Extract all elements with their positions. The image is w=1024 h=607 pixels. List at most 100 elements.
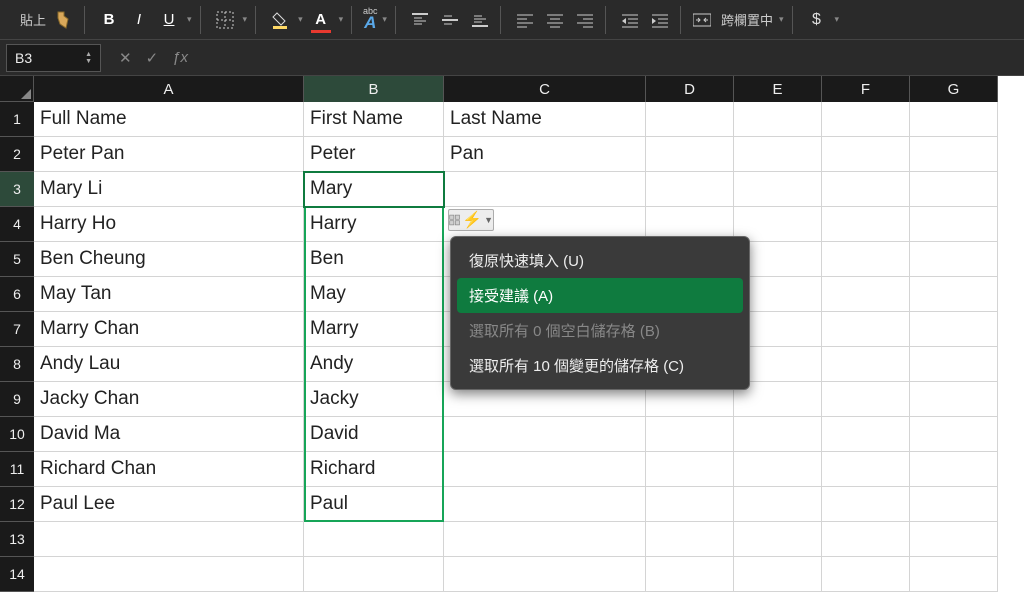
cell-A2[interactable]: Peter Pan <box>34 137 304 172</box>
row-header-5[interactable]: 5 <box>0 242 34 277</box>
column-header-C[interactable]: C <box>444 76 646 102</box>
cell-F6[interactable] <box>822 277 910 312</box>
merge-center-button[interactable]: 跨欄置中 <box>693 8 773 32</box>
fill-color-button[interactable] <box>268 8 292 32</box>
border-button[interactable] <box>213 8 237 32</box>
cell-G13[interactable] <box>910 522 998 557</box>
formula-input[interactable] <box>188 44 1024 72</box>
cancel-icon[interactable]: ✕ <box>119 49 132 67</box>
confirm-icon[interactable]: ✓ <box>146 49 159 67</box>
phonetic-button[interactable]: abc A <box>364 8 376 32</box>
cell-B10[interactable]: David <box>304 417 444 452</box>
cell-C13[interactable] <box>444 522 646 557</box>
menu-select-changed-cells[interactable]: 選取所有 10 個變更的儲存格 (C) <box>457 348 743 383</box>
cell-C1[interactable]: Last Name <box>444 102 646 137</box>
row-header-13[interactable]: 13 <box>0 522 34 557</box>
cell-D11[interactable] <box>646 452 734 487</box>
cell-E3[interactable] <box>734 172 822 207</box>
fx-icon[interactable]: ƒx <box>172 49 188 66</box>
cell-C11[interactable] <box>444 452 646 487</box>
column-header-E[interactable]: E <box>734 76 822 102</box>
cell-E11[interactable] <box>734 452 822 487</box>
cell-G9[interactable] <box>910 382 998 417</box>
cell-A4[interactable]: Harry Ho <box>34 207 304 242</box>
cell-A1[interactable]: Full Name <box>34 102 304 137</box>
decrease-indent-button[interactable] <box>618 8 642 32</box>
cell-G3[interactable] <box>910 172 998 207</box>
cell-B2[interactable]: Peter <box>304 137 444 172</box>
column-header-G[interactable]: G <box>910 76 998 102</box>
row-header-2[interactable]: 2 <box>0 137 34 172</box>
row-header-7[interactable]: 7 <box>0 312 34 347</box>
cell-F4[interactable] <box>822 207 910 242</box>
cell-F10[interactable] <box>822 417 910 452</box>
row-header-12[interactable]: 12 <box>0 487 34 522</box>
cell-B12[interactable]: Paul <box>304 487 444 522</box>
cell-A6[interactable]: May Tan <box>34 277 304 312</box>
underline-button[interactable]: U <box>157 8 181 32</box>
row-header-11[interactable]: 11 <box>0 452 34 487</box>
cell-D3[interactable] <box>646 172 734 207</box>
cell-E1[interactable] <box>734 102 822 137</box>
column-header-A[interactable]: A <box>34 76 304 102</box>
cell-F11[interactable] <box>822 452 910 487</box>
cell-G6[interactable] <box>910 277 998 312</box>
align-middle-button[interactable] <box>438 8 462 32</box>
cell-D14[interactable] <box>646 557 734 592</box>
menu-undo-flash-fill[interactable]: 復原快速填入 (U) <box>457 243 743 278</box>
column-header-B[interactable]: B <box>304 76 444 102</box>
cell-G4[interactable] <box>910 207 998 242</box>
cell-F2[interactable] <box>822 137 910 172</box>
cell-E12[interactable] <box>734 487 822 522</box>
cell-B6[interactable]: May <box>304 277 444 312</box>
row-header-10[interactable]: 10 <box>0 417 34 452</box>
cell-G7[interactable] <box>910 312 998 347</box>
name-box[interactable]: B3 ▲▼ <box>6 44 101 72</box>
cell-F1[interactable] <box>822 102 910 137</box>
cell-D13[interactable] <box>646 522 734 557</box>
cell-C14[interactable] <box>444 557 646 592</box>
cell-A13[interactable] <box>34 522 304 557</box>
column-header-D[interactable]: D <box>646 76 734 102</box>
cell-G1[interactable] <box>910 102 998 137</box>
cell-G12[interactable] <box>910 487 998 522</box>
cell-A8[interactable]: Andy Lau <box>34 347 304 382</box>
format-painter-button[interactable] <box>52 8 76 32</box>
cell-B11[interactable]: Richard <box>304 452 444 487</box>
cell-E13[interactable] <box>734 522 822 557</box>
row-header-14[interactable]: 14 <box>0 557 34 592</box>
cell-D12[interactable] <box>646 487 734 522</box>
cell-B13[interactable] <box>304 522 444 557</box>
cell-F7[interactable] <box>822 312 910 347</box>
cell-G10[interactable] <box>910 417 998 452</box>
name-box-stepper[interactable]: ▲▼ <box>85 51 92 65</box>
cell-D1[interactable] <box>646 102 734 137</box>
cell-C10[interactable] <box>444 417 646 452</box>
cell-E14[interactable] <box>734 557 822 592</box>
row-header-3[interactable]: 3 <box>0 172 34 207</box>
cell-D2[interactable] <box>646 137 734 172</box>
align-top-button[interactable] <box>408 8 432 32</box>
bold-button[interactable]: B <box>97 8 121 32</box>
cell-F9[interactable] <box>822 382 910 417</box>
cell-F12[interactable] <box>822 487 910 522</box>
cell-F3[interactable] <box>822 172 910 207</box>
cell-F13[interactable] <box>822 522 910 557</box>
cell-B8[interactable]: Andy <box>304 347 444 382</box>
align-center-button[interactable] <box>543 8 567 32</box>
increase-indent-button[interactable] <box>648 8 672 32</box>
cell-A3[interactable]: Mary Li <box>34 172 304 207</box>
currency-button[interactable]: $ <box>805 8 829 32</box>
menu-accept-suggestions[interactable]: 接受建議 (A) <box>457 278 743 313</box>
cell-C12[interactable] <box>444 487 646 522</box>
align-left-button[interactable] <box>513 8 537 32</box>
row-header-6[interactable]: 6 <box>0 277 34 312</box>
row-header-1[interactable]: 1 <box>0 102 34 137</box>
select-all-corner[interactable] <box>0 76 34 102</box>
cell-C3[interactable] <box>444 172 646 207</box>
flash-fill-options-button[interactable]: ⚡ ▼ <box>448 209 494 231</box>
cell-G5[interactable] <box>910 242 998 277</box>
cell-B4[interactable]: Harry <box>304 207 444 242</box>
cell-F5[interactable] <box>822 242 910 277</box>
cell-B14[interactable] <box>304 557 444 592</box>
